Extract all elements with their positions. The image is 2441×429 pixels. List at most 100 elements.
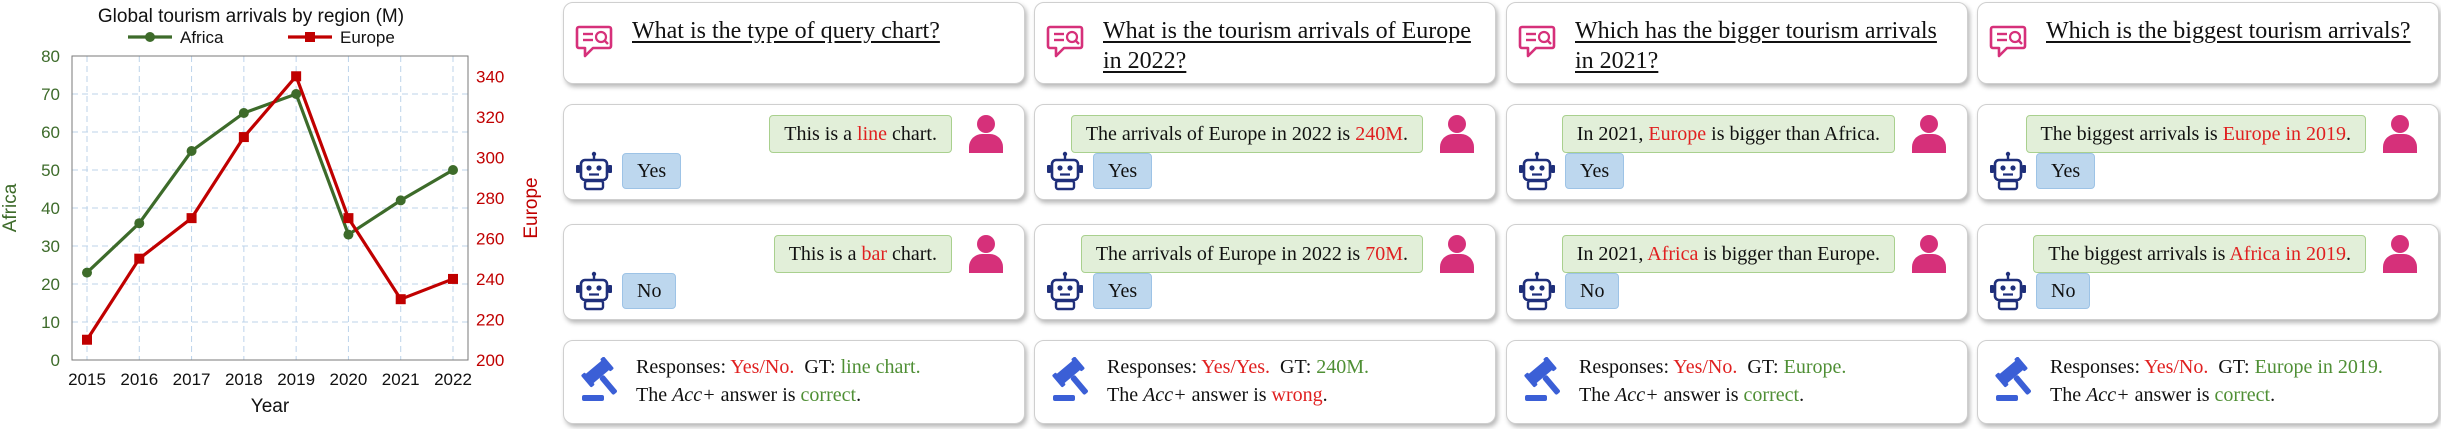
left-tick-label: 50 (41, 161, 60, 180)
user-icon (1440, 235, 1474, 273)
user-statement-suffix: chart. (887, 123, 937, 145)
verdict-line: The Acc+ answer is correct. (2050, 383, 2275, 407)
question-text: What is the type of query chart? (632, 18, 940, 44)
gavel-icon (581, 357, 617, 401)
user-statement-bubble: This is a line chart. (769, 115, 952, 153)
chart-grid (72, 55, 468, 360)
tourism-line-chart: Global tourism arrivals by region (M) 0 1… (0, 6, 542, 417)
question-card: Which is the biggest tourism arrivals? (1977, 2, 2439, 84)
user-statement-prefix: This is a (788, 243, 862, 265)
gt-label: GT: (1280, 356, 1312, 378)
responses-value: Yes/No. (730, 356, 795, 378)
verdict-line: The Acc+ answer is correct. (1579, 383, 1804, 407)
user-statement-key: line (857, 123, 888, 145)
verdict-prefix: The (636, 384, 673, 406)
europe-data-point (291, 71, 302, 82)
question-text: What is the tourism arrivals of Europe i… (1103, 18, 1471, 74)
africa-legend-marker (145, 32, 155, 42)
user-statement-bubble: The arrivals of Europe in 2022 is 70M. (1080, 235, 1423, 273)
responses-label: Responses: (636, 356, 726, 378)
robot-icon (576, 271, 612, 311)
x-axis-label: Year (251, 396, 290, 417)
responses-line: Responses: Yes/No. GT: Europe in 2019. (2050, 355, 2383, 379)
robot-icon (576, 151, 612, 191)
left-tick-label: 40 (41, 199, 60, 218)
conversation-card: This is a line chart. Yes (563, 104, 1025, 200)
robot-icon (1990, 151, 2026, 191)
verdict-line: The Acc+ answer is correct. (636, 383, 861, 407)
responses-label: Responses: (1579, 356, 1669, 378)
europe-data-point (238, 132, 249, 143)
left-tick-label: 70 (41, 85, 60, 104)
x-tick-label: 2015 (68, 370, 106, 389)
left-tick-label: 30 (41, 237, 60, 256)
verdict-middle: answer is (2129, 384, 2215, 406)
chat-question-icon (1046, 25, 1084, 58)
robot-icon (1519, 151, 1555, 191)
verdict-end: . (1322, 384, 1328, 406)
user-statement-key: 70M (1365, 243, 1403, 265)
responses-line: Responses: Yes/No. GT: Europe. (1579, 355, 1846, 379)
verdict-end: . (1799, 384, 1805, 406)
right-tick-label: 200 (476, 351, 504, 370)
series-layer (82, 71, 458, 345)
user-statement-key: 240M (1355, 123, 1403, 145)
user-statement-prefix: The arrivals of Europe in 2022 is (1095, 243, 1366, 265)
conversation-card: In 2021, Europe is bigger than Africa. Y… (1506, 104, 1968, 200)
user-statement-bubble: The arrivals of Europe in 2022 is 240M. (1070, 115, 1423, 153)
europe-data-point (448, 273, 458, 284)
responses-line: Responses: Yes/Yes. GT: 240M. (1107, 355, 1369, 379)
left-tick-label: 80 (41, 47, 60, 66)
africa-data-point (82, 267, 92, 278)
africa-data-point (134, 218, 145, 229)
chart-title: Global tourism arrivals by region (M) (98, 6, 404, 27)
verdict-prefix: The (2050, 384, 2087, 406)
result-card: Responses: Yes/Yes. GT: 240M. The Acc+ an… (1034, 340, 1496, 424)
user-statement-suffix: is bigger than Europe. (1698, 243, 1880, 265)
right-tick-label: 340 (476, 67, 504, 86)
conversation-card: In 2021, Africa is bigger than Europe. N… (1506, 224, 1968, 320)
user-statement-prefix: This is a (784, 123, 858, 145)
bot-answer-bubble: Yes (1093, 153, 1153, 189)
question-text: Which has the bigger tourism arrivals in… (1575, 18, 1937, 74)
responses-value: Yes/No. (1673, 356, 1738, 378)
gavel-icon (1995, 357, 2031, 401)
user-statement-bubble: The biggest arrivals is Europe in 2019. (2025, 115, 2366, 153)
right-tick-label: 320 (476, 108, 504, 127)
user-icon (2383, 115, 2417, 153)
metric-name: Acc+ (672, 384, 716, 406)
conversation-card: The arrivals of Europe in 2022 is 70M. Y… (1034, 224, 1496, 320)
gavel-icon (1524, 357, 1560, 401)
user-statement-bubble: The biggest arrivals is Africa in 2019. (2033, 235, 2366, 273)
question-card: What is the type of query chart? (563, 2, 1025, 84)
left-tick-label: 20 (41, 275, 60, 294)
user-icon (1912, 235, 1946, 273)
user-icon (969, 235, 1003, 273)
bot-answer-bubble: Yes (2036, 153, 2096, 189)
x-tick-label: 2018 (225, 370, 263, 389)
user-icon (1912, 115, 1946, 153)
right-tick-label: 300 (476, 148, 504, 167)
africa-data-point (343, 229, 354, 240)
gt-value: line chart. (840, 356, 921, 378)
gt-label: GT: (2218, 356, 2250, 378)
user-statement-suffix: . (2346, 123, 2351, 145)
chat-question-icon (1989, 25, 2027, 58)
conversation-card: The biggest arrivals is Europe in 2019. … (1977, 104, 2439, 200)
bot-answer-bubble: Yes (1565, 153, 1625, 189)
left-axis-ticks: 0 10 20 30 40 50 60 70 80 (41, 47, 60, 370)
user-statement-bubble: In 2021, Africa is bigger than Europe. (1561, 235, 1895, 273)
responses-value: Yes/Yes. (1201, 356, 1271, 378)
user-icon (1440, 115, 1474, 153)
right-tick-label: 280 (476, 189, 504, 208)
gt-value: Europe. (1783, 356, 1847, 378)
x-tick-label: 2016 (120, 370, 158, 389)
bot-answer-bubble: No (2036, 273, 2091, 309)
robot-icon (1990, 271, 2026, 311)
africa-legend-label: Africa (180, 28, 224, 47)
left-tick-label: 0 (51, 351, 60, 370)
verdict-middle: answer is (1658, 384, 1744, 406)
user-statement-suffix: . (1403, 123, 1408, 145)
user-statement-prefix: The arrivals of Europe in 2022 is (1085, 123, 1356, 145)
x-tick-label: 2019 (277, 370, 315, 389)
